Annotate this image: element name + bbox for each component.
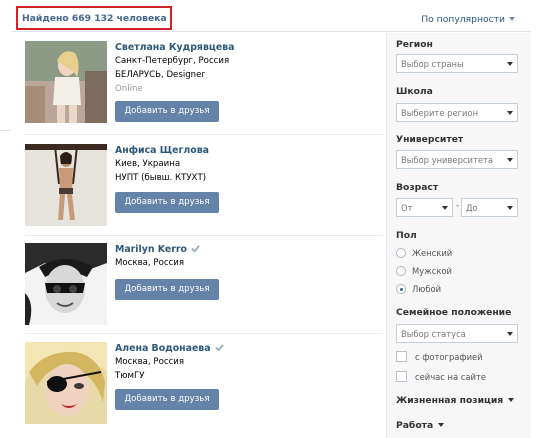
chevron-down-icon (442, 206, 448, 210)
work-label[interactable]: Работа (396, 420, 433, 431)
person-photo[interactable] (25, 41, 107, 123)
with-photo-label: с фотографией (415, 352, 483, 362)
person-card: Анфиса Щеглова Киев, Украина НУПТ (бывш.… (11, 144, 386, 236)
radio-button[interactable] (396, 266, 406, 276)
age-range-dash: - (456, 201, 460, 211)
chevron-down-icon (507, 206, 513, 210)
person-card: Marilyn Kerro Москва, Россия Добавить в … (11, 243, 386, 339)
verified-check-icon (191, 245, 200, 253)
region-select[interactable]: Выбор страны (396, 54, 518, 73)
results-list: Светлана Кудрявцева Санкт-Петербург, Рос… (11, 33, 386, 438)
chevron-down-icon (508, 398, 515, 402)
university-label: Университет (396, 134, 464, 145)
person-location: Москва, Россия (115, 357, 185, 367)
chevron-down-icon (509, 17, 515, 21)
school-label: Школа (396, 86, 433, 97)
work-toggle[interactable]: Работа (396, 420, 445, 431)
gender-option-label: Мужской (412, 266, 452, 276)
gender-radio-any[interactable]: Любой (396, 284, 441, 294)
person-photo[interactable] (25, 342, 107, 424)
life-position-toggle[interactable]: Жизненная позиция (396, 395, 515, 406)
verified-check-icon (214, 344, 224, 352)
chevron-down-icon (507, 62, 513, 66)
sort-dropdown[interactable]: По популярности (421, 14, 515, 25)
person-extra: НУПТ (бывш. КТУХТ) (115, 173, 207, 183)
chevron-down-icon (507, 111, 513, 115)
person-name[interactable]: Светлана Кудрявцева (115, 41, 234, 54)
person-extra: ТюмГУ (115, 371, 145, 381)
search-header: Найдено 669 132 человека По популярности (11, 0, 531, 32)
add-friend-button[interactable]: Добавить в друзья (115, 192, 219, 213)
gender-option-label: Любой (412, 284, 442, 294)
left-divider (0, 130, 11, 131)
person-name[interactable]: Marilyn Kerro (115, 243, 219, 256)
with-photo-checkbox[interactable]: с фотографией (396, 351, 483, 362)
region-select-value: Выбор страны (401, 59, 464, 69)
person-name[interactable]: Анфиса Щеглова (115, 144, 219, 157)
person-info: Анфиса Щеглова Киев, Украина НУПТ (бывш.… (115, 144, 219, 213)
region-label: Регион (396, 39, 433, 50)
person-name-text[interactable]: Алена Водонаева (115, 343, 211, 354)
person-info: Светлана Кудрявцева Санкт-Петербург, Рос… (115, 41, 234, 122)
age-from-value: От (401, 203, 413, 213)
online-now-label: сейчас на сайте (415, 372, 487, 382)
person-location: Санкт-Петербург, Россия (115, 56, 230, 66)
add-friend-button[interactable]: Добавить в друзья (115, 389, 219, 410)
person-photo[interactable] (25, 144, 107, 226)
gender-radio-male[interactable]: Мужской (396, 266, 452, 276)
person-name[interactable]: Алена Водонаева (115, 342, 224, 355)
checkbox[interactable] (396, 351, 407, 362)
age-to-select[interactable]: До (461, 198, 518, 217)
chevron-down-icon (507, 158, 513, 162)
add-friend-button[interactable]: Добавить в друзья (115, 279, 219, 300)
chevron-down-icon (507, 332, 513, 336)
radio-button[interactable] (396, 248, 406, 258)
results-count: Найдено 669 132 человека (16, 6, 172, 30)
chevron-down-icon (438, 423, 445, 427)
marital-status-value: Выбор статуса (401, 329, 466, 339)
left-page-strip (0, 0, 11, 438)
university-select-value: Выбор университета (401, 155, 493, 165)
person-location: Москва, Россия (115, 258, 185, 268)
person-name-text[interactable]: Marilyn Kerro (115, 244, 187, 255)
school-select-value: Выберите регион (401, 108, 479, 118)
person-info: Алена Водонаева Москва, Россия ТюмГУ Доб… (115, 342, 224, 410)
age-to-value: До (466, 203, 478, 213)
life-position-label[interactable]: Жизненная позиция (396, 395, 503, 406)
gender-label: Пол (396, 230, 417, 241)
age-from-select[interactable]: От (396, 198, 453, 217)
school-select[interactable]: Выберите регион (396, 103, 518, 122)
row-divider (25, 134, 383, 135)
person-card: Светлана Кудрявцева Санкт-Петербург, Рос… (11, 41, 386, 141)
person-location: Киев, Украина (115, 159, 181, 169)
university-select[interactable]: Выбор университета (396, 150, 518, 169)
online-status: Online (115, 84, 143, 94)
marital-status-select[interactable]: Выбор статуса (396, 324, 518, 343)
row-divider (25, 235, 383, 236)
marital-status-label: Семейное положение (396, 307, 512, 318)
online-now-checkbox[interactable]: сейчас на сайте (396, 371, 486, 382)
person-card: Алена Водонаева Москва, Россия ТюмГУ Доб… (11, 342, 386, 438)
person-info: Marilyn Kerro Москва, Россия Добавить в … (115, 243, 219, 300)
filters-sidebar: Регион Выбор страны Школа Выберите регио… (386, 33, 531, 438)
checkbox[interactable] (396, 371, 407, 382)
person-photo[interactable] (25, 243, 107, 325)
radio-button-selected[interactable] (396, 284, 406, 294)
person-extra: БЕЛАРУСЬ, Designer (115, 70, 205, 80)
sort-dropdown-label[interactable]: По популярности (421, 14, 505, 25)
gender-radio-female[interactable]: Женский (396, 248, 452, 258)
row-divider (25, 333, 383, 334)
age-label: Возраст (396, 182, 439, 193)
add-friend-button[interactable]: Добавить в друзья (115, 101, 219, 122)
gender-option-label: Женский (412, 248, 453, 258)
